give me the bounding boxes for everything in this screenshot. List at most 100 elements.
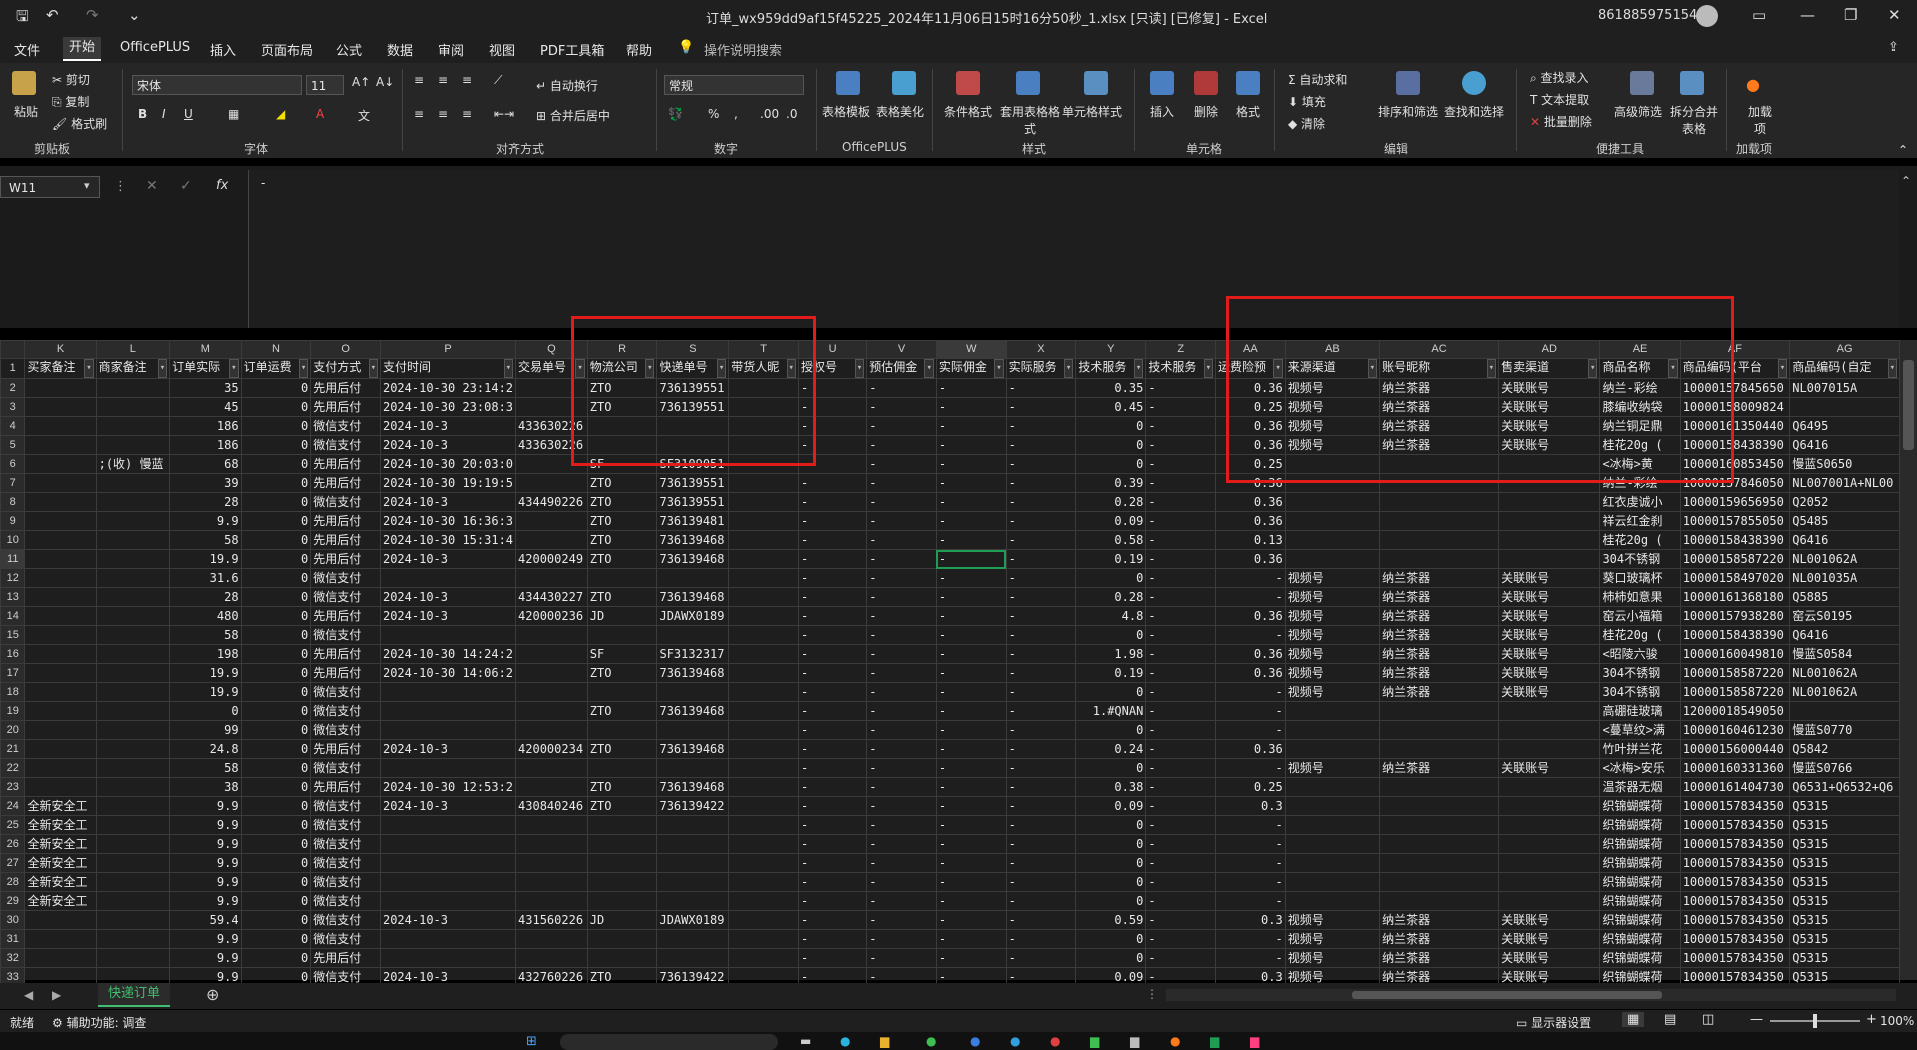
table-cell[interactable]: 0.36	[1215, 644, 1286, 664]
table-cell[interactable]: -	[1145, 796, 1217, 816]
table-cell[interactable]: -	[1145, 853, 1217, 873]
table-cell[interactable]: 1.#QNAN	[1075, 701, 1147, 721]
table-cell[interactable]: 45	[169, 397, 242, 417]
table-cell[interactable]: -	[1215, 929, 1286, 949]
table-cell[interactable]	[1284, 720, 1381, 740]
comma-icon[interactable]: ,	[734, 107, 738, 121]
table-cell[interactable]: 0.3	[1215, 796, 1286, 816]
table-cell[interactable]	[24, 473, 97, 493]
table-cell[interactable]: -	[1005, 435, 1077, 455]
table-cell[interactable]: 10000160461230	[1679, 720, 1791, 740]
table-cell[interactable]: -	[1145, 397, 1217, 417]
table-cell[interactable]: -	[935, 378, 1007, 398]
table-cell[interactable]: -	[866, 910, 937, 930]
table-cell[interactable]: 关联账号	[1498, 644, 1601, 664]
table-cell[interactable]: <昭陵六骏	[1599, 644, 1681, 664]
column-header[interactable]: Y	[1075, 340, 1147, 359]
table-cell[interactable]: 全新安全工	[24, 815, 97, 835]
table-cell[interactable]	[24, 682, 97, 702]
table-cell[interactable]: -	[797, 853, 868, 873]
table-cell[interactable]	[24, 777, 97, 797]
table-cell[interactable]: -	[935, 758, 1007, 778]
table-cell[interactable]: -	[797, 891, 868, 911]
table-cell[interactable]: 0	[240, 644, 312, 664]
table-cell[interactable]: -	[866, 549, 937, 569]
table-cell[interactable]: 0	[1075, 758, 1147, 778]
fill-button[interactable]: ⬇ 填充	[1288, 93, 1326, 110]
table-cell[interactable]: NL007015A	[1789, 378, 1900, 398]
align-right-icon[interactable]: ≡	[462, 107, 472, 121]
column-title[interactable]: 商品编码(自定 ▾	[1789, 358, 1900, 379]
table-cell[interactable]: 0	[240, 929, 312, 949]
table-cell[interactable]: 736139551	[656, 492, 730, 512]
table-cell[interactable]: 10000157834350	[1679, 910, 1791, 930]
table-cell[interactable]	[95, 948, 171, 968]
table-cell[interactable]: 35	[169, 378, 242, 398]
table-cell[interactable]	[728, 834, 799, 854]
table-cell[interactable]: 2024-10-30 23:14:2	[379, 378, 517, 398]
font-name-select[interactable]: 宋体	[132, 75, 302, 95]
column-header[interactable]: W	[935, 340, 1007, 359]
table-cell[interactable]: 2024-10-3	[379, 435, 517, 455]
table-cell[interactable]	[379, 758, 517, 778]
table-cell[interactable]	[95, 929, 171, 949]
table-cell[interactable]	[728, 758, 799, 778]
column-title[interactable]: 订单运费 ▾	[240, 358, 312, 379]
minimize-icon[interactable]: —	[1800, 6, 1815, 24]
table-cell[interactable]: 0	[1075, 815, 1147, 835]
table-cell[interactable]	[95, 625, 171, 645]
table-cell[interactable]	[95, 853, 171, 873]
table-cell[interactable]: 葵口玻璃杯	[1599, 568, 1681, 588]
table-cell[interactable]: -	[1145, 568, 1217, 588]
table-cell[interactable]	[656, 853, 730, 873]
scroll-thumb[interactable]	[1352, 991, 1662, 999]
table-cell[interactable]: Q2052	[1789, 492, 1900, 512]
table-cell[interactable]: -	[1005, 948, 1077, 968]
table-cell[interactable]: -	[797, 739, 868, 759]
table-cell[interactable]	[656, 815, 730, 835]
app-icon[interactable]: ▆	[1130, 1034, 1139, 1048]
table-cell[interactable]: 纳兰茶器	[1379, 910, 1500, 930]
table-cell[interactable]: ZTO	[586, 701, 658, 721]
table-cell[interactable]: 10000158587220	[1679, 663, 1791, 683]
table-cell[interactable]	[515, 948, 588, 968]
table-cell[interactable]	[1284, 834, 1381, 854]
table-cell[interactable]: 431560226	[515, 910, 588, 930]
batch-delete-button[interactable]: ✕ 批量删除	[1530, 113, 1592, 130]
app-icon[interactable]: ●	[840, 1034, 850, 1048]
row-header[interactable]: 17	[0, 663, 26, 683]
table-cell[interactable]	[515, 511, 588, 531]
table-cell[interactable]: -	[1145, 910, 1217, 930]
table-cell[interactable]: 198	[169, 644, 242, 664]
table-cell[interactable]: <蔓草纹>满	[1599, 720, 1681, 740]
table-cell[interactable]	[95, 682, 171, 702]
table-cell[interactable]: -	[1145, 891, 1217, 911]
table-cell[interactable]: 28	[169, 587, 242, 607]
table-cell[interactable]	[1498, 720, 1601, 740]
table-cell[interactable]: 0.19	[1075, 549, 1147, 569]
number-format-select[interactable]: 常规	[664, 75, 804, 95]
table-cell[interactable]: -	[935, 549, 1007, 569]
table-cell[interactable]: 视频号	[1284, 663, 1381, 683]
table-cell[interactable]: -	[1145, 872, 1217, 892]
table-cell[interactable]: -	[866, 511, 937, 531]
table-cell[interactable]: -	[1145, 454, 1217, 474]
table-cell[interactable]	[24, 416, 97, 436]
table-cell[interactable]: Q6416	[1789, 435, 1900, 455]
table-cell[interactable]: 0	[240, 891, 312, 911]
table-cell[interactable]	[24, 549, 97, 569]
table-cell[interactable]	[515, 872, 588, 892]
column-header[interactable]: AG	[1789, 340, 1900, 359]
display-settings-button[interactable]: ▭ 显示器设置	[1516, 1014, 1591, 1031]
table-cell[interactable]: ZTO	[586, 796, 658, 816]
table-cell[interactable]	[379, 853, 517, 873]
format-cells-button[interactable]: 格式	[1236, 103, 1260, 120]
table-cell[interactable]: -	[1215, 853, 1286, 873]
table-cell[interactable]	[728, 568, 799, 588]
table-cell[interactable]: 微信支付	[310, 682, 381, 702]
table-cell[interactable]: -	[935, 435, 1007, 455]
table-cell[interactable]: 420000249	[515, 549, 588, 569]
table-cell[interactable]: 纳兰茶器	[1379, 929, 1500, 949]
table-cell[interactable]	[1789, 701, 1900, 721]
table-cell[interactable]: 微信支付	[310, 910, 381, 930]
